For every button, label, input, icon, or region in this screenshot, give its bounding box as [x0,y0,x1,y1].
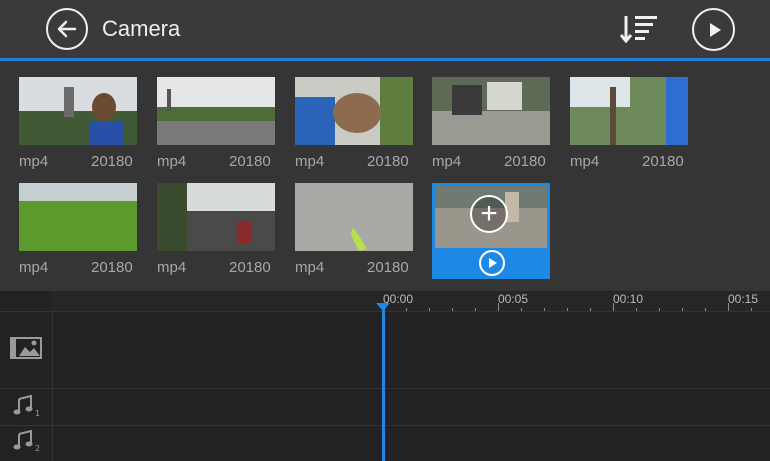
media-meta: mp4 20180 [157,153,275,173]
sort-icon [619,16,657,44]
media-date: 20180 [229,153,271,170]
media-item[interactable]: mp4 20180 [157,183,275,283]
media-date: 20180 [229,259,271,276]
video-thumbnail [432,77,550,145]
preview-play-button[interactable] [692,8,735,51]
video-track-icon [10,337,42,364]
media-item[interactable]: mp4 20180 [570,77,688,177]
timeline[interactable]: 00:00 00:05 00:10 00:15 1 2 [0,291,770,461]
media-grid: mp4 20180 mp4 20180 mp4 20180 mp4 20180 … [0,61,770,291]
media-meta: mp4 20180 [295,259,413,279]
media-meta: mp4 20180 [432,153,550,173]
top-bar: Camera [0,0,770,61]
media-date: 20180 [504,153,546,170]
page-title: Camera [102,16,181,41]
svg-text:2: 2 [35,444,40,452]
media-meta: mp4 20180 [295,153,413,173]
preview-clip-button[interactable] [479,250,505,276]
video-thumbnail [295,77,413,145]
media-type: mp4 [295,259,325,276]
video-thumbnail [19,183,137,251]
media-date: 20180 [91,153,133,170]
time-ruler[interactable]: 00:00 00:05 00:10 00:15 [52,291,770,311]
ruler-label: 00:10 [613,292,644,306]
plus-icon: + [480,197,498,230]
media-type: mp4 [570,153,600,170]
video-thumbnail [19,77,137,145]
playhead[interactable] [382,305,385,461]
media-date: 20180 [367,153,409,170]
media-type: mp4 [157,153,187,170]
sort-button[interactable] [619,12,660,46]
video-thumbnail [157,77,275,145]
media-item-selected[interactable]: + [432,183,550,283]
media-item[interactable]: mp4 20180 [157,77,275,177]
media-meta: mp4 20180 [19,259,137,279]
video-thumbnail [157,183,275,251]
media-type: mp4 [295,153,325,170]
media-date: 20180 [91,259,133,276]
music-track-2-icon: 2 [13,429,41,457]
back-arrow-icon [57,20,77,38]
media-type: mp4 [19,259,49,276]
add-to-timeline-button[interactable]: + [470,195,508,233]
media-item[interactable]: mp4 20180 [19,77,137,177]
ruler-label: 00:05 [498,292,529,306]
media-date: 20180 [642,153,684,170]
media-item[interactable]: mp4 20180 [295,77,413,177]
video-thumbnail [295,183,413,251]
media-type: mp4 [432,153,462,170]
media-meta: mp4 20180 [157,259,275,279]
video-thumbnail [570,77,688,145]
ruler-label: 00:15 [728,292,759,306]
play-icon [709,22,721,37]
back-button[interactable] [46,8,88,50]
media-date: 20180 [367,259,409,276]
media-meta: mp4 20180 [19,153,137,173]
media-type: mp4 [157,259,187,276]
media-meta: mp4 20180 [570,153,688,173]
play-icon [489,258,497,268]
media-item[interactable]: mp4 20180 [432,77,550,177]
media-item[interactable]: mp4 20180 [19,183,137,283]
svg-text:1: 1 [35,409,40,417]
media-type: mp4 [19,153,49,170]
music-track-1-icon: 1 [13,394,41,422]
media-item[interactable]: mp4 20180 [295,183,413,283]
